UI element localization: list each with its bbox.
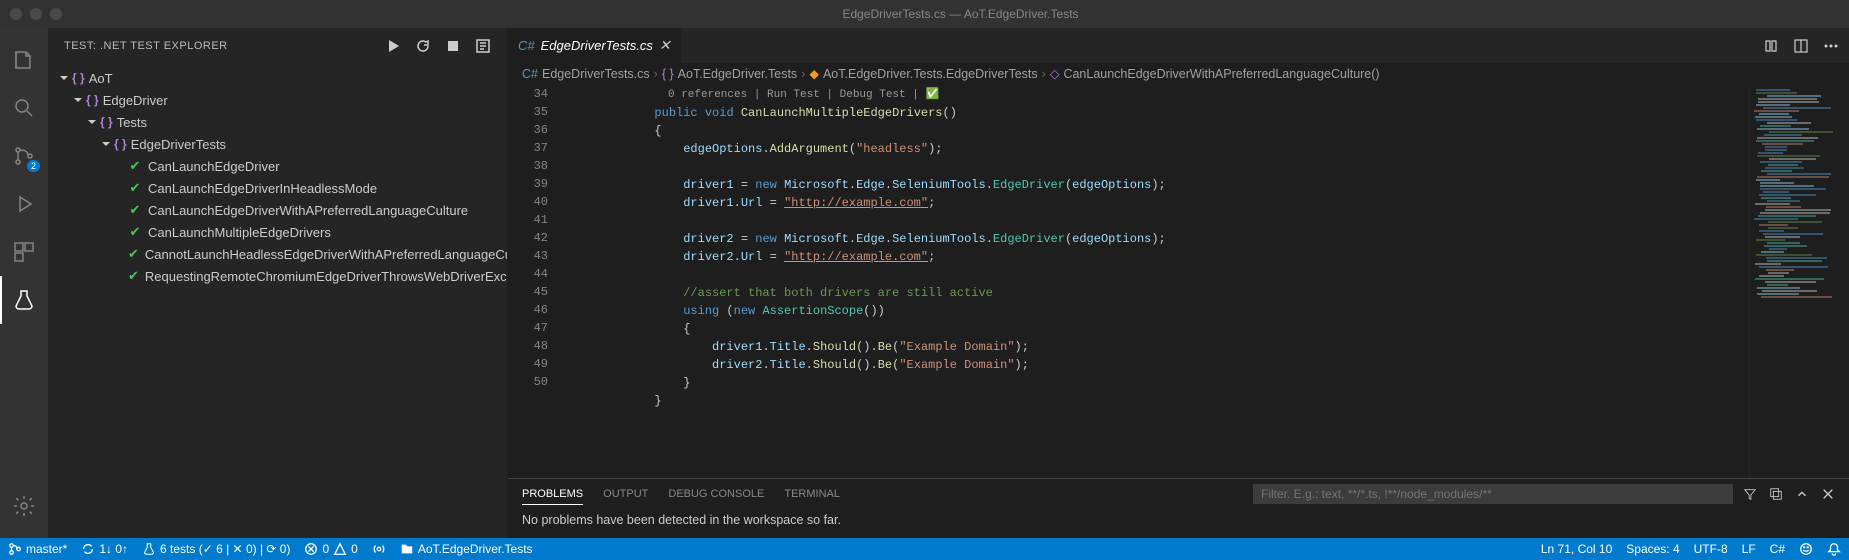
- more-actions-icon[interactable]: [1823, 38, 1839, 54]
- test-item[interactable]: ✔CanLaunchEdgeDriver: [48, 155, 507, 177]
- filter-icon[interactable]: [1743, 487, 1757, 501]
- test-item[interactable]: ✔RequestingRemoteChromiumEdgeDriverThrow…: [48, 265, 507, 287]
- tree-group[interactable]: { } Tests: [48, 111, 507, 133]
- scm-icon[interactable]: 2: [0, 132, 48, 180]
- indentation[interactable]: Spaces: 4: [1626, 542, 1679, 556]
- class-icon: ◆: [809, 66, 819, 81]
- tests-status[interactable]: 6 tests (✓ 6 | ✕ 0) | ⟳ 0): [142, 542, 290, 556]
- sync-icon: [81, 542, 95, 556]
- panel-tab-output[interactable]: OUTPUT: [603, 484, 648, 504]
- csharp-file-icon: C#: [522, 67, 538, 81]
- namespace-icon: { }: [114, 137, 127, 151]
- tree-class[interactable]: { } EdgeDriverTests: [48, 133, 507, 155]
- test-item[interactable]: ✔CannotLaunchHeadlessEdgeDriverWithAPref…: [48, 243, 507, 265]
- debug-icon[interactable]: [0, 180, 48, 228]
- title-bar: EdgeDriverTests.cs — AoT.EdgeDriver.Test…: [0, 0, 1849, 28]
- window-title: EdgeDriverTests.cs — AoT.EdgeDriver.Test…: [82, 7, 1839, 21]
- show-log-icon[interactable]: [475, 38, 491, 54]
- split-editor-icon[interactable]: [1793, 38, 1809, 54]
- eol[interactable]: LF: [1742, 542, 1756, 556]
- test-pass-icon: ✔: [128, 181, 142, 195]
- csharp-file-icon: C#: [518, 38, 535, 53]
- tree-ns[interactable]: { } EdgeDriver: [48, 89, 507, 111]
- test-pass-icon: ✔: [128, 203, 142, 217]
- test-pass-icon: ✔: [128, 159, 142, 173]
- branch-icon: [8, 542, 22, 556]
- chevron-down-icon: [98, 136, 114, 152]
- test-pass-icon: ✔: [128, 269, 139, 283]
- tab-label: EdgeDriverTests.cs: [541, 38, 653, 53]
- scm-badge: 2: [27, 160, 40, 172]
- panel-tab-terminal[interactable]: TERMINAL: [784, 484, 840, 504]
- broadcast-icon: [372, 542, 386, 556]
- test-pass-icon: ✔: [128, 225, 142, 239]
- run-all-icon[interactable]: [385, 38, 401, 54]
- chevron-up-icon[interactable]: [1795, 487, 1809, 501]
- maximize-window[interactable]: [50, 8, 62, 20]
- breadcrumbs[interactable]: C# EdgeDriverTests.cs › { } AoT.EdgeDriv…: [508, 63, 1849, 85]
- notifications-icon[interactable]: [1827, 542, 1841, 556]
- git-branch[interactable]: master*: [8, 542, 67, 556]
- namespace-icon: { }: [72, 71, 85, 85]
- minimap[interactable]: [1749, 85, 1849, 478]
- git-sync[interactable]: 1↓ 0↑: [81, 542, 128, 556]
- status-bar: master* 1↓ 0↑ 6 tests (✓ 6 | ✕ 0) | ⟳ 0)…: [0, 538, 1849, 560]
- namespace-icon: { }: [662, 67, 674, 81]
- test-explorer-sidebar: TEST: .NET TEST EXPLORER { } AoT { } Edg…: [48, 28, 508, 538]
- method-icon: ◇: [1050, 66, 1060, 81]
- chevron-down-icon: [70, 92, 86, 108]
- live-share[interactable]: [372, 542, 386, 556]
- test-item[interactable]: ✔CanLaunchEdgeDriverWithAPreferredLangua…: [48, 199, 507, 221]
- tree-root[interactable]: { } AoT: [48, 67, 507, 89]
- test-item[interactable]: ✔CanLaunchEdgeDriverInHeadlessMode: [48, 177, 507, 199]
- feedback-icon[interactable]: [1799, 542, 1813, 556]
- compare-icon[interactable]: [1763, 38, 1779, 54]
- code-editor[interactable]: 3435363738394041424344454647484950 0 ref…: [508, 85, 1749, 478]
- chevron-down-icon: [56, 70, 72, 86]
- panel-tab-debug[interactable]: DEBUG CONSOLE: [668, 484, 764, 504]
- language-mode[interactable]: C#: [1770, 542, 1785, 556]
- test-pass-icon: ✔: [128, 247, 139, 261]
- minimize-window[interactable]: [30, 8, 42, 20]
- panel-tab-problems[interactable]: PROBLEMS: [522, 484, 583, 505]
- test-item[interactable]: ✔CanLaunchMultipleEdgeDrivers: [48, 221, 507, 243]
- namespace-icon: { }: [100, 115, 113, 129]
- close-panel-icon[interactable]: [1821, 487, 1835, 501]
- test-icon[interactable]: [0, 276, 48, 324]
- folder-icon: [400, 542, 414, 556]
- stop-icon[interactable]: [445, 38, 461, 54]
- tab-active[interactable]: C# EdgeDriverTests.cs ✕: [508, 28, 682, 63]
- settings-icon[interactable]: [0, 482, 48, 530]
- sidebar-title: TEST: .NET TEST EXPLORER: [64, 40, 385, 52]
- project-selector[interactable]: AoT.EdgeDriver.Tests: [400, 542, 533, 556]
- refresh-icon[interactable]: [415, 38, 431, 54]
- chevron-down-icon: [84, 114, 100, 130]
- search-icon[interactable]: [0, 84, 48, 132]
- extensions-icon[interactable]: [0, 228, 48, 276]
- warning-icon: [333, 542, 347, 556]
- encoding[interactable]: UTF-8: [1694, 542, 1728, 556]
- explorer-icon[interactable]: [0, 36, 48, 84]
- problems-filter-input[interactable]: [1253, 484, 1733, 504]
- namespace-icon: { }: [86, 93, 99, 107]
- collapse-all-icon[interactable]: [1769, 487, 1783, 501]
- close-icon[interactable]: ✕: [659, 37, 671, 54]
- editor-tabs: C# EdgeDriverTests.cs ✕: [508, 28, 1849, 63]
- close-window[interactable]: [10, 8, 22, 20]
- cursor-position[interactable]: Ln 71, Col 10: [1541, 542, 1612, 556]
- error-icon: [304, 542, 318, 556]
- activity-bar: 2: [0, 28, 48, 538]
- errors-warnings[interactable]: 0 0: [304, 542, 357, 556]
- bottom-panel: PROBLEMS OUTPUT DEBUG CONSOLE TERMINAL N…: [508, 478, 1849, 538]
- beaker-icon: [142, 542, 156, 556]
- problems-message: No problems have been detected in the wo…: [508, 509, 1849, 531]
